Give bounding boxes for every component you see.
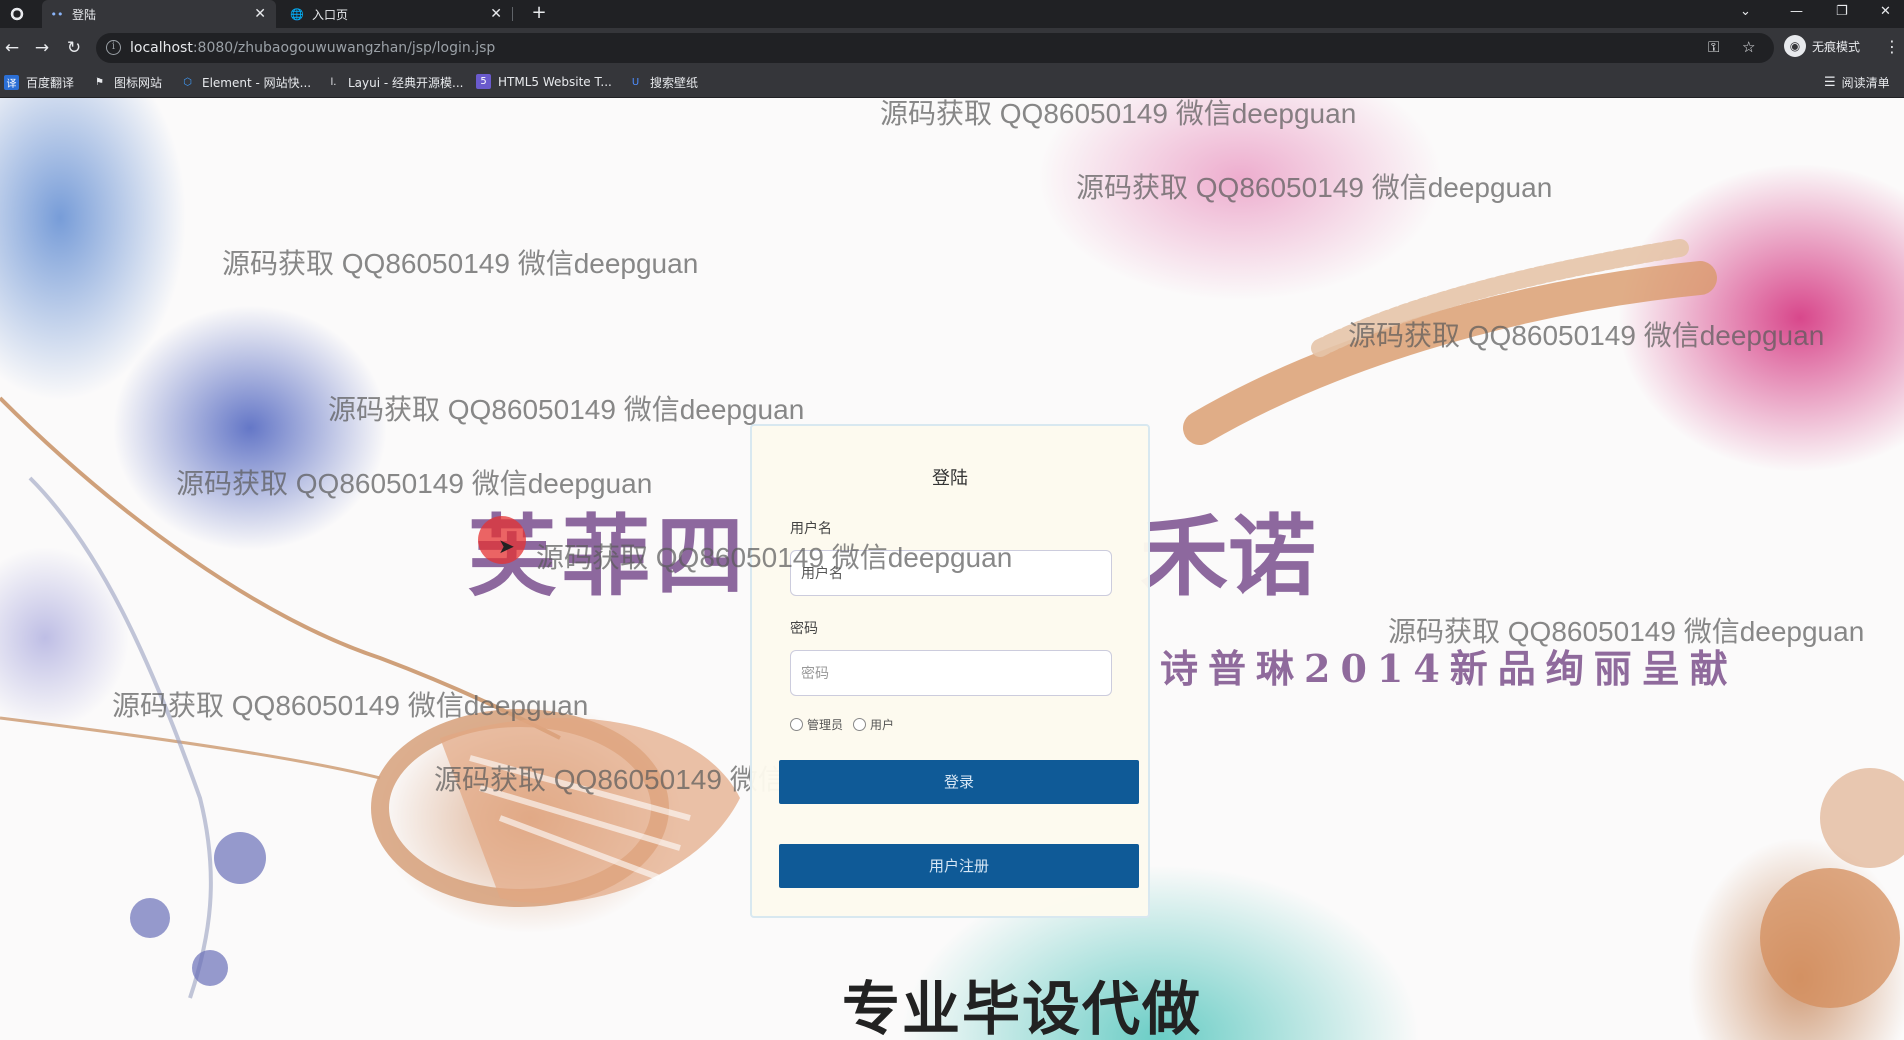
login-title: 登陆 [932,468,968,489]
tab-login[interactable]: •• 登陆 ✕ [42,0,276,28]
key-icon[interactable]: ⚿ [1708,38,1719,56]
tab-entry[interactable]: 🌐 入口页 ✕ [282,0,512,28]
role-admin-radio[interactable] [790,718,803,731]
watermark: 源码获取 QQ86050149 微信deepguan [112,690,589,721]
bookmark-label: HTML5 Website T... [498,74,612,89]
bookmark-label: Element - 网站快... [202,76,312,90]
minimize-icon[interactable]: — [1790,4,1803,19]
bottom-banner: 专业毕设代做 [842,975,1203,1040]
new-tab-button[interactable]: + [528,2,550,24]
mouse-pointer-icon: ➤ [498,534,515,558]
role-selector: 管理员 用户 [790,716,904,733]
back-icon[interactable]: ← [0,36,24,60]
bookmark-icon-site[interactable]: ⚑ 图标网站 [92,74,162,91]
login-page: 芙菲四 禾诺 诗普琳2014新品绚丽呈献 源码获取 QQ86050149 微信d… [0,98,1904,1040]
role-user-radio[interactable] [853,718,867,731]
role-admin-label[interactable]: 管理员 [807,716,843,733]
bookmark-element[interactable]: ⬡ Element - 网站快... [180,74,311,91]
watermark: 源码获取 QQ86050149 微信deepguan [176,468,653,499]
element-icon: ⬡ [183,77,192,88]
bookmarks-bar: 译 百度翻译 ⚑ 图标网站 ⬡ Element - 网站快... l. Layu… [0,68,1904,98]
layui-icon: l. [330,77,337,88]
password-label: 密码 [790,621,818,637]
bookmark-label: 搜索壁纸 [650,76,699,90]
bookmark-wallpaper[interactable]: U 搜索壁纸 [628,74,698,91]
reading-list-icon: ☰ [1824,75,1836,90]
more-menu-icon[interactable]: ⋮ [1884,37,1900,56]
tab-search-icon[interactable]: ⌄ [1740,4,1751,19]
bookmark-label: 图标网站 [114,76,163,90]
bookmark-baidu-translate[interactable]: 译 百度翻译 [4,74,74,91]
watermark: 源码获取 QQ86050149 微信deepguan [222,248,699,279]
html5-icon: 5 [476,74,491,89]
browser-toolbar: ← → ↻ i localhost:8080/zhubaogouwuwangzh… [0,28,1904,68]
background-brand-text: 禾诺 [1140,504,1317,608]
watermark: 源码获取 QQ86050149 微信deepguan [328,394,805,425]
restore-icon[interactable]: ❐ [1836,4,1848,19]
bookmark-html5[interactable]: 5 HTML5 Website T... [476,74,612,89]
tab-separator [512,7,513,21]
bookmark-label: Layui - 经典开源模... [348,76,464,90]
translate-icon: 译 [4,75,19,90]
close-tab-icon[interactable]: ✕ [254,6,266,22]
password-input[interactable] [790,650,1112,696]
reading-list[interactable]: ☰ 阅读清单 [1824,74,1890,91]
bookmark-label: 百度翻译 [26,76,75,90]
reading-list-label: 阅读清单 [1841,76,1890,90]
role-user-label[interactable]: 用户 [870,716,894,733]
watermark: 源码获取 QQ86050149 微信deepguan [1348,320,1825,351]
incognito-indicator[interactable]: ◉ 无痕模式 [1784,35,1860,57]
watermark: 源码获取 QQ86050149 微信deepguan [1388,616,1865,647]
bookmark-layui[interactable]: l. Layui - 经典开源模... [326,74,464,91]
star-icon[interactable]: ☆ [1742,38,1755,56]
address-bar[interactable]: i localhost:8080/zhubaogouwuwangzhan/jsp… [96,33,1774,63]
watermark: 源码获取 QQ86050149 微信deepguan [1076,172,1553,203]
close-tab-icon[interactable]: ✕ [490,6,502,22]
incognito-label: 无痕模式 [1812,39,1861,54]
close-window-icon[interactable]: ✕ [1880,4,1891,19]
browser-tab-bar: •• 登陆 ✕ 🌐 入口页 ✕ + ⌄ — ❐ ✕ [0,0,1904,28]
watermark: 源码获取 QQ86050149 微信deepguan [536,542,1013,573]
register-button[interactable]: 用户注册 [779,844,1139,888]
chrome-logo-icon [8,5,26,23]
site-info-icon[interactable]: i [106,40,121,55]
wallpaper-icon: U [631,77,640,88]
login-button[interactable]: 登录 [779,760,1139,804]
flag-icon: ⚑ [95,77,104,88]
tab-entry-label: 入口页 [312,7,349,22]
reload-icon[interactable]: ↻ [62,36,86,60]
incognito-icon: ◉ [1784,35,1806,57]
forward-icon[interactable]: → [30,36,54,60]
watermark: 源码获取 QQ86050149 微信deepguan [880,98,1357,129]
login-form: 登陆 用户名 密码 管理员 用户 登录 用户注册 [750,424,1150,918]
username-label: 用户名 [790,521,832,537]
url-text[interactable]: localhost:8080/zhubaogouwuwangzhan/jsp/l… [130,40,495,56]
tab-login-label: 登陆 [72,7,97,22]
globe-icon: 🌐 [290,7,304,21]
loading-icon: •• [50,7,64,21]
